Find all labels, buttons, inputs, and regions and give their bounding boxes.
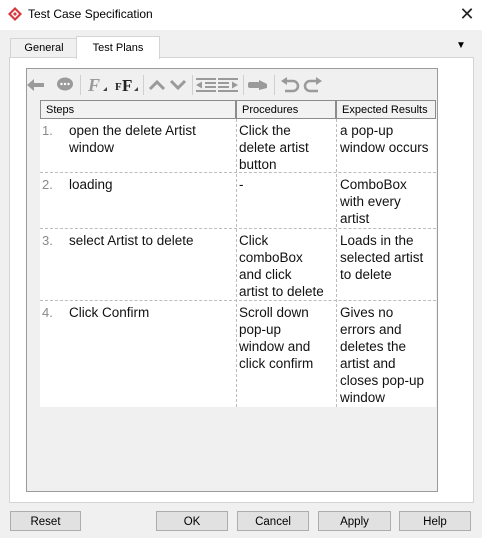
bold-font-icon[interactable]: FF — [114, 75, 140, 95]
link-icon[interactable] — [248, 75, 268, 95]
table-row[interactable]: 2. loading - ComboBox with every artist — [40, 173, 436, 229]
column-header-steps[interactable]: Steps — [40, 100, 236, 119]
table-row[interactable]: 1. open the delete Artist window Click t… — [40, 119, 436, 173]
expected-text-line: artist — [340, 211, 370, 226]
procedure-cell[interactable]: Scroll down pop-up window and click conf… — [239, 301, 335, 407]
procedure-text-line: comboBox — [239, 250, 303, 265]
expected-text-line: deletes the — [340, 339, 407, 354]
tab-test-plans[interactable]: Test Plans — [76, 36, 160, 59]
expected-text-line: to delete — [340, 267, 392, 282]
arrow-left-icon[interactable] — [26, 75, 46, 95]
procedure-text-line: Click — [239, 233, 269, 248]
toolbar-separator — [243, 75, 244, 95]
expected-result-cell[interactable]: a pop-up window occurs — [340, 119, 436, 172]
procedure-text-line: Scroll down — [239, 305, 309, 320]
procedure-text-line: click confirm — [239, 356, 314, 371]
comment-icon[interactable] — [55, 75, 75, 95]
test-steps-table: Steps Procedures Expected Results 1. ope… — [40, 100, 436, 407]
procedure-text-line: delete artist — [239, 140, 309, 155]
tab-general[interactable]: General — [10, 38, 78, 58]
step-text-line: Click Confirm — [69, 305, 150, 320]
move-up-icon[interactable] — [147, 75, 167, 95]
table-row[interactable]: 4. Click Confirm Scroll down pop-up wind… — [40, 301, 436, 407]
expected-text-line: window — [340, 390, 386, 405]
expected-text-line: with every — [340, 194, 401, 209]
step-cell[interactable]: select Artist to delete — [69, 229, 234, 300]
app-logo-icon — [8, 7, 22, 21]
table-row[interactable]: 3. select Artist to delete Click comboBo… — [40, 229, 436, 301]
procedure-cell[interactable]: - — [239, 173, 335, 228]
expected-text-line: artist and — [340, 356, 396, 371]
tab-list-dropdown-icon[interactable]: ▼ — [454, 40, 468, 52]
editor-toolbar: F FF — [26, 70, 436, 100]
step-number: 4. — [42, 305, 53, 320]
expected-text-line: ComboBox — [340, 177, 407, 192]
svg-text:F: F — [115, 81, 122, 93]
expected-text-line: Gives no — [340, 305, 394, 320]
move-down-icon[interactable] — [168, 75, 188, 95]
step-number: 2. — [42, 177, 53, 192]
step-cell[interactable]: Click Confirm — [69, 301, 234, 407]
indent-icon[interactable] — [218, 75, 238, 95]
expected-text-line: errors and — [340, 322, 402, 337]
expected-text-line: window occurs — [340, 140, 429, 155]
procedure-text-line: pop-up — [239, 322, 282, 337]
step-text-line: window — [69, 140, 115, 155]
outdent-icon[interactable] — [196, 75, 216, 95]
expected-result-cell[interactable]: ComboBox with every artist — [340, 173, 436, 228]
svg-text:F: F — [87, 75, 100, 95]
expected-result-cell[interactable]: Gives no errors and deletes the artist a… — [340, 301, 436, 407]
apply-button[interactable]: Apply — [318, 511, 391, 531]
step-cell[interactable]: loading — [69, 173, 234, 228]
procedure-text-line: - — [239, 177, 244, 192]
expected-text-line: a pop-up — [340, 123, 394, 138]
redo-icon[interactable] — [303, 75, 323, 95]
step-text-line: loading — [69, 177, 113, 192]
ok-button[interactable]: OK — [156, 511, 228, 531]
toolbar-separator — [80, 75, 81, 95]
procedure-text-line: Click the — [239, 123, 291, 138]
help-button[interactable]: Help — [399, 511, 471, 531]
step-text-line: select Artist to delete — [69, 233, 194, 248]
cancel-button[interactable]: Cancel — [237, 511, 309, 531]
procedure-cell[interactable]: Click the delete artist button — [239, 119, 335, 172]
expected-text-line: Loads in the — [340, 233, 414, 248]
expected-text-line: closes pop-up — [340, 373, 425, 388]
reset-button[interactable]: Reset — [10, 511, 81, 531]
expected-result-cell[interactable]: Loads in the selected artist to delete — [340, 229, 436, 300]
procedure-cell[interactable]: Click comboBox and click artist to delet… — [239, 229, 335, 300]
procedure-text-line: and click — [239, 267, 292, 282]
window-title: Test Case Specification — [28, 7, 153, 21]
step-number: 3. — [42, 233, 53, 248]
italic-font-icon[interactable]: F — [86, 75, 110, 95]
procedure-text-line: button — [239, 157, 277, 172]
toolbar-separator — [274, 75, 275, 95]
procedure-text-line: artist to delete — [239, 284, 324, 299]
step-text-line: open the delete Artist — [69, 123, 196, 138]
svg-text:F: F — [122, 76, 132, 95]
close-icon[interactable]: ✕ — [455, 3, 479, 25]
toolbar-separator — [192, 75, 193, 95]
undo-icon[interactable] — [280, 75, 300, 95]
step-number: 1. — [42, 123, 53, 138]
column-header-procedures[interactable]: Procedures — [236, 100, 336, 119]
toolbar-separator — [143, 75, 144, 95]
expected-text-line: selected artist — [340, 250, 424, 265]
procedure-text-line: window and — [239, 339, 311, 354]
title-bar: Test Case Specification ✕ — [0, 0, 482, 30]
column-header-expected-results[interactable]: Expected Results — [336, 100, 436, 119]
step-cell[interactable]: open the delete Artist window — [69, 119, 234, 172]
